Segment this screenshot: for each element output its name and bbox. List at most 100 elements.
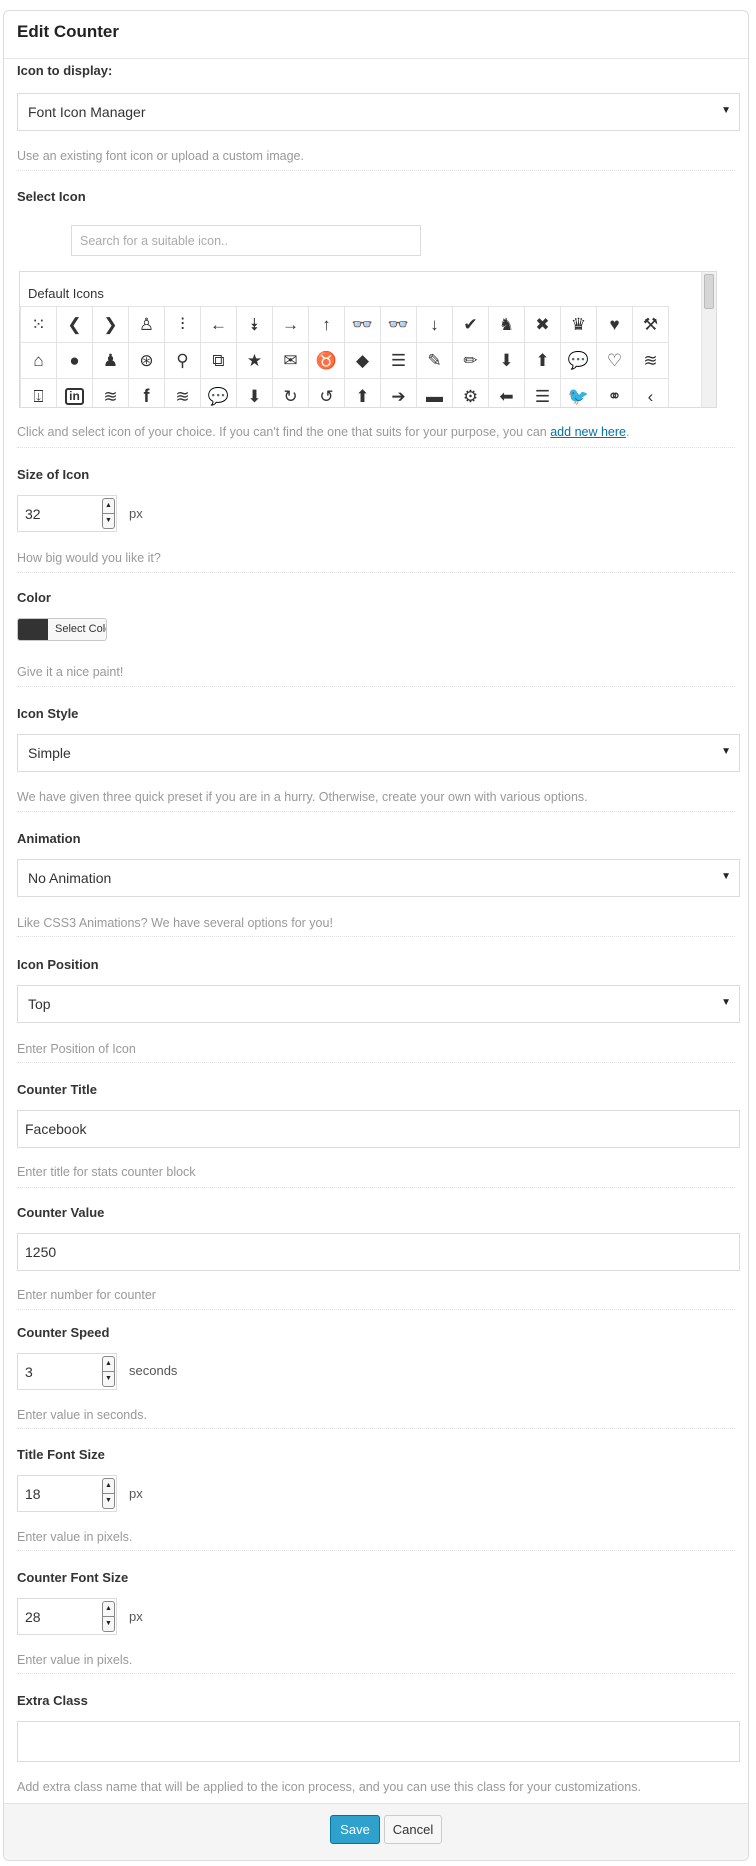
icon-option[interactable]: ♞ — [488, 306, 525, 343]
arrow-up-icon: ↑ — [322, 314, 331, 334]
icon-option[interactable]: ⬆ — [524, 342, 561, 379]
icon-option[interactable]: ⬅ — [488, 378, 525, 407]
icon-option[interactable]: ❯ — [92, 306, 129, 343]
icon-option[interactable]: ↑ — [308, 306, 345, 343]
counter-speed-stepper[interactable]: 3 ▲ ▼ — [17, 1353, 117, 1390]
title-font-size-stepper[interactable]: 18 ▲ ▼ — [17, 1475, 117, 1512]
icon-option[interactable]: ⚲ — [164, 342, 201, 379]
icon-option[interactable]: ☰ — [524, 378, 561, 407]
icon-option[interactable]: ✖ — [524, 306, 561, 343]
shooting-star-icon: ★ — [246, 350, 263, 370]
increment-icon[interactable]: ▲ — [103, 499, 114, 514]
heart-outline-icon: ♡ — [606, 350, 623, 370]
color-circles-icon: ⊛ — [139, 350, 154, 370]
counter-font-size-label: Counter Font Size — [17, 1570, 129, 1585]
icon-option[interactable]: ⚒ — [632, 306, 669, 343]
decrement-icon[interactable]: ▼ — [103, 1617, 114, 1631]
icon-option[interactable]: in — [56, 378, 93, 407]
select-color-button[interactable]: Select Color — [17, 618, 107, 641]
icon-option[interactable]: ⊛ — [128, 342, 165, 379]
icon-option[interactable]: ⁙ — [20, 306, 57, 343]
icon-option[interactable]: ‹ — [632, 378, 669, 407]
icon-option[interactable]: ● — [56, 342, 93, 379]
counter-title-input[interactable]: Facebook — [17, 1110, 740, 1148]
select-icon-help-text: Click and select icon of your choice. If… — [17, 425, 551, 439]
decrement-icon[interactable]: ▼ — [103, 514, 114, 528]
icon-option[interactable]: 👓 — [380, 306, 417, 343]
divider — [17, 447, 735, 448]
icon-option[interactable]: ♛ — [560, 306, 597, 343]
icon-option[interactable]: 💬 — [560, 342, 597, 379]
icon-option[interactable]: ⌂ — [20, 342, 57, 379]
edit-icon: ✎ — [427, 350, 442, 370]
icon-option[interactable]: ↓ — [416, 306, 453, 343]
save-button[interactable]: Save — [330, 1815, 380, 1844]
icon-option[interactable]: ⚙ — [452, 378, 489, 407]
icon-option[interactable]: ⬇ — [236, 378, 273, 407]
icon-display-select[interactable]: Font Icon Manager ▼ — [17, 93, 740, 131]
icon-option[interactable]: 👓 — [344, 306, 381, 343]
icon-style-select[interactable]: Simple ▼ — [17, 734, 740, 772]
increment-icon[interactable]: ▲ — [103, 1357, 114, 1372]
icon-option[interactable]: ⯯ — [236, 306, 273, 343]
icon-picker: Default Icons ⁙ ❮ ❯ ♙ ⫶ ← ⯯ → ↑ 👓 👓 ↓ ✔ ♞ ✖ ♛ ♥ ⚒ ⌂ ● ♟ ⊛ ⚲ ⧉ ★ ✉… — [19, 271, 717, 408]
icon-option[interactable]: ♉ — [308, 342, 345, 379]
icon-option[interactable]: → — [272, 306, 309, 343]
increment-icon[interactable]: ▲ — [103, 1479, 114, 1494]
decrement-icon[interactable]: ▼ — [103, 1372, 114, 1386]
icon-size-stepper[interactable]: 32 ▲ ▼ — [17, 495, 117, 532]
animation-select[interactable]: No Animation ▼ — [17, 859, 740, 897]
icon-position-select[interactable]: Top ▼ — [17, 985, 740, 1023]
icon-option[interactable]: ← — [200, 306, 237, 343]
envelope-icon: ✉ — [283, 350, 298, 370]
icon-option[interactable]: ⫶ — [164, 306, 201, 343]
icon-option[interactable]: ✏ — [452, 342, 489, 379]
icon-option[interactable]: ⬇ — [488, 342, 525, 379]
icon-option[interactable]: ◆ — [344, 342, 381, 379]
cancel-button[interactable]: Cancel — [384, 1815, 442, 1844]
icon-option[interactable]: 🐦 — [560, 378, 597, 407]
icon-option[interactable]: ⍗ — [20, 378, 57, 407]
icon-option[interactable]: ↺ — [308, 378, 345, 407]
extra-class-input[interactable] — [17, 1721, 740, 1762]
icon-option[interactable]: ☰ — [380, 342, 417, 379]
icon-option[interactable]: ✎ — [416, 342, 453, 379]
counter-speed-label: Counter Speed — [17, 1325, 110, 1340]
icon-search-input[interactable]: Search for a suitable icon.. — [71, 225, 421, 256]
undo-icon: ↺ — [319, 386, 334, 406]
icon-option[interactable]: ⬆ — [344, 378, 381, 407]
icon-option[interactable]: f — [128, 378, 165, 407]
icon-option[interactable]: ✔ — [452, 306, 489, 343]
scrollbar-thumb[interactable] — [704, 274, 714, 309]
counter-font-size-stepper[interactable]: 28 ▲ ▼ — [17, 1598, 117, 1635]
icon-option[interactable]: ≋ — [164, 378, 201, 407]
icon-option[interactable]: ♟ — [92, 342, 129, 379]
icon-option[interactable]: ≋ — [92, 378, 129, 407]
counter-speed-help: Enter value in seconds. — [17, 1408, 147, 1422]
add-new-icon-link[interactable]: add new here — [550, 425, 626, 439]
icon-option[interactable]: ⧉ — [200, 342, 237, 379]
speech-bubble-icon: 💬 — [567, 350, 590, 370]
icon-option[interactable]: ▬ — [416, 378, 453, 407]
counter-title-value: Facebook — [25, 1121, 87, 1137]
icon-option[interactable]: ↻ — [272, 378, 309, 407]
counter-value-input[interactable]: 1250 — [17, 1233, 740, 1271]
decrement-icon[interactable]: ▼ — [103, 1494, 114, 1508]
icon-option[interactable]: ★ — [236, 342, 273, 379]
icon-option[interactable]: ⚭ — [596, 378, 633, 407]
icon-style-help: We have given three quick preset if you … — [17, 790, 588, 804]
icon-option[interactable]: ✉ — [272, 342, 309, 379]
divider — [17, 1550, 735, 1551]
icon-option[interactable]: ♙ — [128, 306, 165, 343]
icon-option[interactable]: 💬 — [200, 378, 237, 407]
icon-option[interactable]: ➔ — [380, 378, 417, 407]
icon-option[interactable]: ♥ — [596, 306, 633, 343]
dialog-title: Edit Counter — [17, 22, 119, 41]
counter-font-size-value: 28 — [25, 1609, 41, 1625]
icon-picker-scrollbar[interactable] — [701, 272, 716, 407]
increment-icon[interactable]: ▲ — [103, 1602, 114, 1617]
icon-option[interactable]: ❮ — [56, 306, 93, 343]
icon-option[interactable]: ≋ — [632, 342, 669, 379]
icon-option[interactable]: ♡ — [596, 342, 633, 379]
brush-icon: ⚒ — [642, 314, 659, 334]
